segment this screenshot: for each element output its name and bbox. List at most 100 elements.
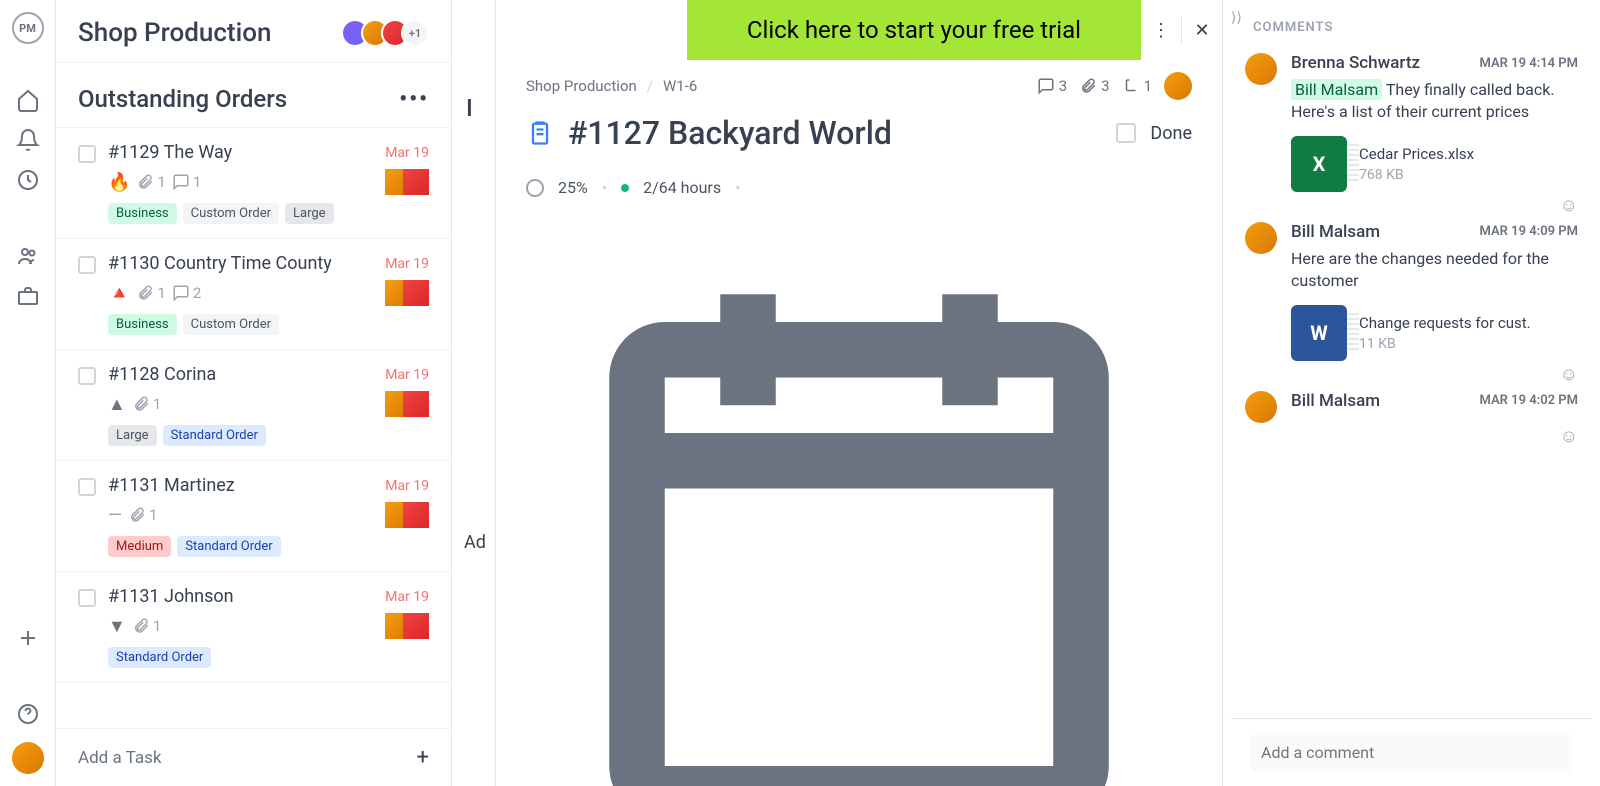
task-checkbox[interactable]: [78, 145, 96, 163]
add-icon[interactable]: [16, 626, 40, 650]
column-menu-icon[interactable]: •••: [399, 87, 429, 112]
comment-input[interactable]: [1251, 733, 1572, 772]
comment-author: Brenna Schwartz: [1291, 53, 1479, 73]
project-title: Shop Production: [78, 18, 337, 48]
clipboard-icon: [526, 119, 554, 147]
attachment[interactable]: XCedar Prices.xlsx768 KB: [1291, 136, 1578, 192]
priority-icon: 🔺: [108, 283, 130, 304]
task-date: Mar 19: [385, 589, 429, 605]
comment-time: MAR 19 4:02 PM: [1479, 393, 1578, 408]
task-card[interactable]: #1131 MartinezMar 19 — 1 MediumStandard …: [56, 461, 451, 572]
subtask-count[interactable]: 1: [1122, 77, 1152, 95]
tag[interactable]: Large: [108, 425, 157, 446]
task-checkbox[interactable]: [78, 256, 96, 274]
task-column: Shop Production +1 Outstanding Orders ••…: [56, 0, 452, 786]
comment-avatar[interactable]: [1245, 53, 1277, 85]
task-card[interactable]: #1129 The WayMar 19 🔥 1 1 BusinessCustom…: [56, 128, 451, 239]
users-icon[interactable]: [16, 244, 40, 268]
task-title: #1131 Martinez: [108, 475, 385, 496]
comment-icon: 2: [172, 284, 201, 302]
emoji-icon[interactable]: ☺: [1560, 195, 1578, 216]
comment: Bill MalsamMAR 19 4:02 PM ☺: [1223, 391, 1600, 453]
file-size: 11 KB: [1359, 336, 1578, 352]
help-icon[interactable]: [16, 702, 40, 726]
task-title: #1131 Johnson: [108, 586, 385, 607]
task-assignees[interactable]: [393, 502, 429, 528]
task-card[interactable]: #1128 CorinaMar 19 ▲ 1 LargeStandard Ord…: [56, 350, 451, 461]
tag[interactable]: Standard Order: [163, 425, 266, 446]
mention[interactable]: Bill Malsam: [1291, 79, 1382, 100]
home-icon[interactable]: [16, 88, 40, 112]
task-assignees[interactable]: [393, 280, 429, 306]
tag[interactable]: Business: [108, 203, 177, 224]
progress-circle-icon[interactable]: [526, 179, 544, 197]
plus-icon[interactable]: +: [417, 745, 429, 770]
comments-label: COMMENTS: [1223, 20, 1600, 53]
task-card[interactable]: #1131 JohnsonMar 19 ▼ 1 Standard Order: [56, 572, 451, 683]
comment-text: Here are the changes needed for the cust…: [1291, 248, 1578, 293]
attachment[interactable]: WChange requests for cust.11 KB: [1291, 305, 1578, 361]
priority-icon: ▼: [108, 616, 126, 637]
calendar-icon: [526, 211, 1192, 786]
task-checkbox[interactable]: [78, 478, 96, 496]
global-sidebar: PM: [0, 0, 56, 786]
owner-avatar[interactable]: [1164, 72, 1192, 100]
collapsed-column: I Ad: [452, 0, 496, 786]
attachment-icon: 1: [136, 173, 165, 191]
tag[interactable]: Medium: [108, 536, 171, 557]
attachment-icon: 1: [132, 395, 161, 413]
add-task-input[interactable]: Add a Task +: [56, 728, 451, 786]
comment-count[interactable]: 3: [1037, 77, 1067, 95]
app-logo[interactable]: PM: [12, 12, 44, 44]
tag[interactable]: Business: [108, 314, 177, 335]
briefcase-icon[interactable]: [16, 284, 40, 308]
comment-author: Bill Malsam: [1291, 222, 1479, 242]
task-checkbox[interactable]: [78, 367, 96, 385]
task-assignees[interactable]: [393, 391, 429, 417]
attachment-icon: 1: [136, 284, 165, 302]
comment-input-wrapper: [1231, 718, 1592, 786]
done-label: Done: [1150, 123, 1192, 144]
task-checkbox[interactable]: [78, 589, 96, 607]
emoji-icon[interactable]: ☺: [1560, 426, 1578, 447]
tag[interactable]: Custom Order: [183, 314, 279, 335]
breadcrumb: Shop Production / W1-6 3 3 1: [526, 72, 1192, 100]
attachment-count[interactable]: 3: [1079, 77, 1109, 95]
emoji-icon[interactable]: ☺: [1560, 364, 1578, 385]
file-icon: X: [1291, 136, 1347, 192]
done-checkbox[interactable]: [1116, 123, 1136, 143]
file-icon: W: [1291, 305, 1347, 361]
comment-author: Bill Malsam: [1291, 391, 1479, 411]
task-assignees[interactable]: [393, 169, 429, 195]
clock-icon[interactable]: [16, 168, 40, 192]
comment-icon: 1: [172, 173, 201, 191]
user-avatar[interactable]: [12, 742, 44, 774]
task-title[interactable]: #1127 Backyard World: [568, 114, 1102, 152]
comment-avatar[interactable]: [1245, 222, 1277, 254]
task-date: Mar 19: [385, 256, 429, 272]
comments-panel: ⟩⟩ COMMENTS Brenna SchwartzMAR 19 4:14 P…: [1222, 0, 1600, 786]
tag[interactable]: Standard Order: [177, 536, 280, 557]
trial-banner-text[interactable]: Click here to start your free trial: [687, 0, 1141, 60]
task-date: Mar 19: [385, 478, 429, 494]
tag[interactable]: Custom Order: [183, 203, 279, 224]
task-card[interactable]: #1130 Country Time CountyMar 19 🔺 1 2 Bu…: [56, 239, 451, 350]
comment-avatar[interactable]: [1245, 391, 1277, 423]
task-date: Mar 19: [385, 367, 429, 383]
project-members[interactable]: +1: [349, 19, 429, 47]
priority-icon: ▲: [108, 394, 126, 415]
task-title: #1130 Country Time County: [108, 253, 385, 274]
status-dot-icon: [621, 184, 629, 192]
tag[interactable]: Standard Order: [108, 647, 211, 668]
collapse-icon[interactable]: ⟩⟩: [1231, 10, 1242, 26]
trial-banner: Click here to start your free trial ⋮ ✕: [687, 0, 1222, 60]
priority-icon: —: [108, 505, 122, 526]
task-list: #1129 The WayMar 19 🔥 1 1 BusinessCustom…: [56, 128, 451, 728]
priority-icon: 🔥: [108, 172, 130, 193]
more-icon[interactable]: ⋮: [1141, 20, 1181, 41]
task-assignees[interactable]: [393, 613, 429, 639]
bell-icon[interactable]: [16, 128, 40, 152]
tag[interactable]: Large: [285, 203, 334, 224]
close-icon[interactable]: ✕: [1182, 20, 1222, 41]
comment: Brenna SchwartzMAR 19 4:14 PM Bill Malsa…: [1223, 53, 1600, 222]
